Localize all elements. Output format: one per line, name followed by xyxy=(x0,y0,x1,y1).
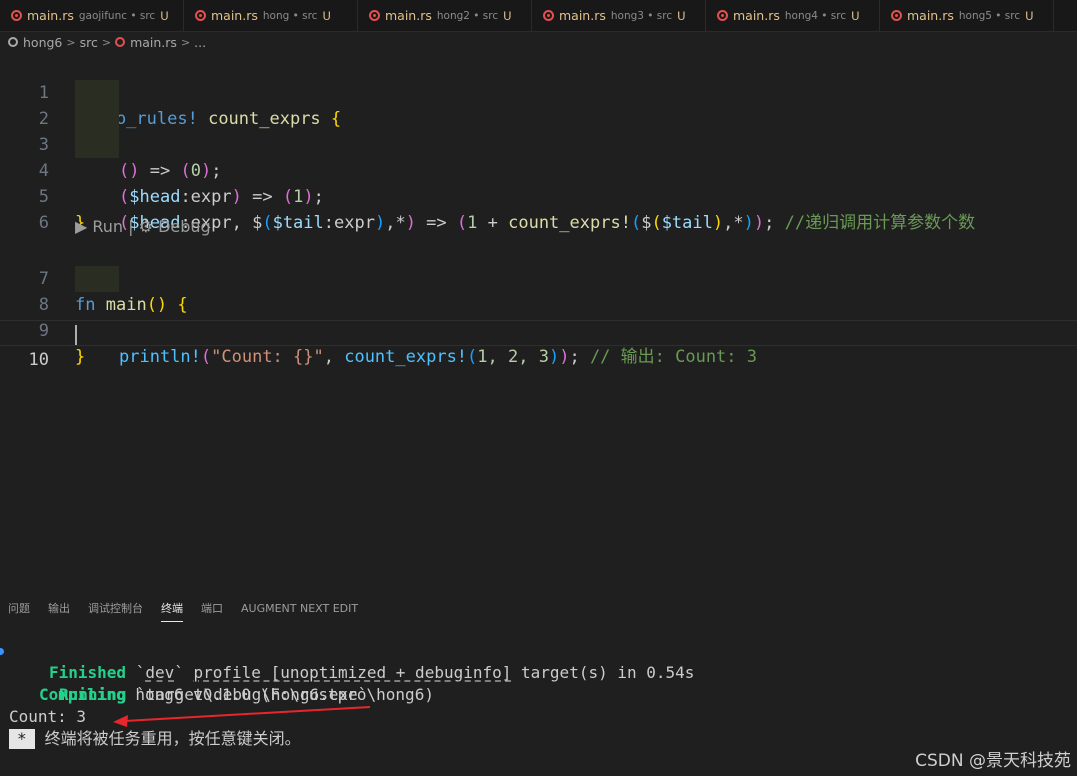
code-line[interactable]: 2 () => (0); xyxy=(0,80,1077,181)
rust-file-icon xyxy=(369,10,380,21)
tab-filename: main.rs xyxy=(27,8,74,23)
rust-file-icon xyxy=(543,10,554,21)
code-line-current[interactable]: 10 xyxy=(0,320,1077,370)
breadcrumb-folder[interactable]: src xyxy=(80,35,98,50)
tab-main-rs-hong4[interactable]: main.rs hong4 • src U xyxy=(706,0,880,31)
breadcrumb-file[interactable]: main.rs xyxy=(130,35,177,50)
chevron-right-icon: > xyxy=(66,35,76,49)
rust-file-icon xyxy=(891,10,902,21)
tab-main-rs-hong3[interactable]: main.rs hong3 • src U xyxy=(532,0,706,31)
command-decoration-dot-icon[interactable] xyxy=(0,648,4,655)
tab-filename: main.rs xyxy=(385,8,432,23)
codelens-run-debug[interactable]: ▶ Run | ⚙ Debug xyxy=(75,214,211,240)
code-line[interactable]: 7 fn main() { xyxy=(0,240,1077,315)
tab-problems[interactable]: 问题 xyxy=(8,596,30,624)
terminal-output-line: Count: 3 xyxy=(9,707,87,726)
line-number: 6 xyxy=(38,213,49,233)
tab-filename: main.rs xyxy=(211,8,258,23)
editor-tab-bar: main.rs gaojifunc • src U main.rs hong •… xyxy=(0,0,1077,32)
indent-guide xyxy=(75,132,119,158)
code-line[interactable]: 8 println!("Count: {}", count_exprs!(1, … xyxy=(0,266,1077,367)
tab-terminal[interactable]: 终端 xyxy=(161,596,183,624)
code-line[interactable]: 5 } xyxy=(0,158,1077,233)
tab-description: hong5 • src xyxy=(958,9,1021,22)
line-content: } xyxy=(75,347,86,367)
breadcrumb-symbols[interactable]: ... xyxy=(194,35,206,50)
tab-description: hong3 • src xyxy=(610,9,673,22)
tab-debug-console[interactable]: 调试控制台 xyxy=(88,596,143,624)
code-line[interactable]: 4 ($head:expr, $($tail:expr),*) => (1 + … xyxy=(0,132,1077,233)
tab-main-rs-hong[interactable]: main.rs hong • src U xyxy=(184,0,358,31)
code-line[interactable]: 3 ($head:expr) => (1); xyxy=(0,106,1077,207)
line-content: ($head:expr, $($tail:expr),*) => (1 + co… xyxy=(119,213,976,233)
breadcrumb: hong6 > src > main.rs > ... xyxy=(0,31,1077,53)
tab-augment-next-edit[interactable]: AUGMENT NEXT EDIT xyxy=(241,596,358,624)
code-editor[interactable]: 1 macro_rules! count_exprs { 2 () => (0)… xyxy=(0,54,1077,590)
tab-git-status: U xyxy=(160,8,169,23)
code-line[interactable]: 9 } xyxy=(0,292,1077,367)
tab-description: hong4 • src xyxy=(784,9,847,22)
folder-circle-icon xyxy=(8,37,18,47)
code-line[interactable]: 6 xyxy=(0,184,1077,233)
line-content: println!("Count: {}", count_exprs!(1, 2,… xyxy=(119,347,757,367)
tab-main-rs-gaojifunc[interactable]: main.rs gaojifunc • src U xyxy=(0,0,184,31)
terminal-task-marker: * xyxy=(9,729,35,749)
tab-git-status: U xyxy=(1025,8,1034,23)
tab-ports[interactable]: 端口 xyxy=(201,596,223,624)
tab-output[interactable]: 输出 xyxy=(48,596,70,624)
tab-git-status: U xyxy=(322,8,331,23)
rust-file-icon xyxy=(195,10,206,21)
tab-git-status: U xyxy=(677,8,686,23)
tab-description: gaojifunc • src xyxy=(78,9,156,22)
tab-filename: main.rs xyxy=(733,8,780,23)
breadcrumb-project[interactable]: hong6 xyxy=(23,35,62,50)
line-number: 10 xyxy=(28,350,49,370)
tab-description: hong2 • src xyxy=(436,9,499,22)
indent-guide xyxy=(75,106,119,132)
terminal-line: Compiling hong6 v0.1.0 (F:\rustpro\hong6… xyxy=(0,640,1077,704)
rust-file-icon xyxy=(11,10,22,21)
text-cursor xyxy=(75,325,77,345)
watermark: CSDN @景天科技苑 xyxy=(915,751,1071,771)
rust-file-icon xyxy=(115,37,126,47)
tab-description: hong • src xyxy=(262,9,318,22)
tab-git-status: U xyxy=(503,8,512,23)
panel-tab-bar: 问题 输出 调试控制台 终端 端口 AUGMENT NEXT EDIT xyxy=(0,596,1077,624)
tab-filename: main.rs xyxy=(559,8,606,23)
rust-file-icon xyxy=(717,10,728,21)
terminal-line: * 终端将被任务重用，按任意键关闭。 xyxy=(9,728,301,750)
indent-guide xyxy=(75,266,119,292)
terminal-line: Finished `dev` profile [unoptimized + de… xyxy=(49,663,695,682)
vscode-window: main.rs gaojifunc • src U main.rs hong •… xyxy=(0,0,1077,776)
chevron-right-icon: > xyxy=(180,35,191,49)
tab-git-status: U xyxy=(851,8,860,23)
tab-main-rs-hong5[interactable]: main.rs hong5 • src U xyxy=(880,0,1054,31)
terminal-line: Running `target\debug\hong6.exe` xyxy=(59,685,368,704)
tab-filename: main.rs xyxy=(907,8,954,23)
chevron-right-icon: > xyxy=(101,35,112,49)
tab-main-rs-hong2[interactable]: main.rs hong2 • src U xyxy=(358,0,532,31)
indent-guide xyxy=(75,80,119,106)
code-line[interactable]: 1 macro_rules! count_exprs { xyxy=(0,54,1077,129)
